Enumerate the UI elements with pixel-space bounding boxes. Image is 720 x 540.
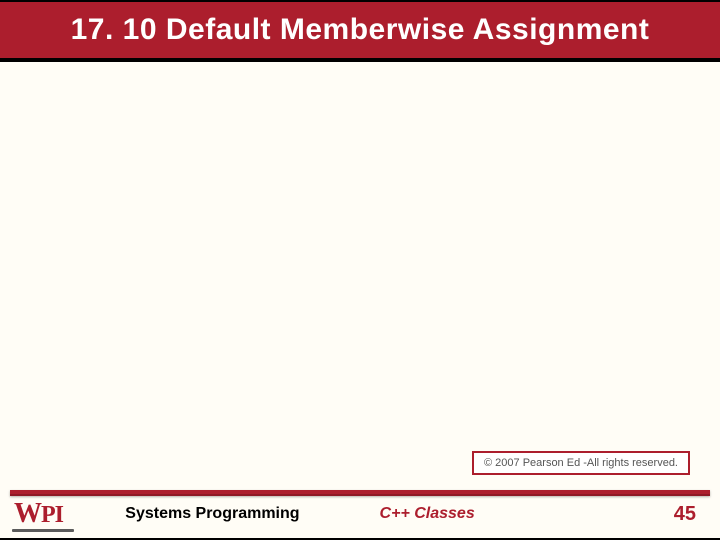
slide: 17. 10 Default Memberwise Assignment © 2… (0, 0, 720, 540)
footer-course-label: Systems Programming (125, 505, 299, 523)
copyright-label: © 2007 Pearson Ed -All rights reserved. (472, 451, 690, 475)
footer-topic-label: C++ Classes (380, 505, 475, 523)
footer-divider (10, 490, 710, 494)
title-bar: 17. 10 Default Memberwise Assignment (0, 2, 720, 62)
footer: W P I Systems Programming C++ Classes 45 (0, 490, 720, 538)
slide-content (0, 62, 720, 462)
wpi-logo: W P I (14, 500, 63, 528)
page-number: 45 (674, 503, 696, 526)
logo-letter-p: P (41, 503, 55, 527)
logo-letter-w: W (14, 500, 41, 528)
footer-center: Systems Programming C++ Classes (0, 505, 720, 523)
logo-letter-i: I (55, 503, 63, 527)
logo-underline (12, 529, 74, 532)
slide-title: 17. 10 Default Memberwise Assignment (71, 13, 650, 47)
